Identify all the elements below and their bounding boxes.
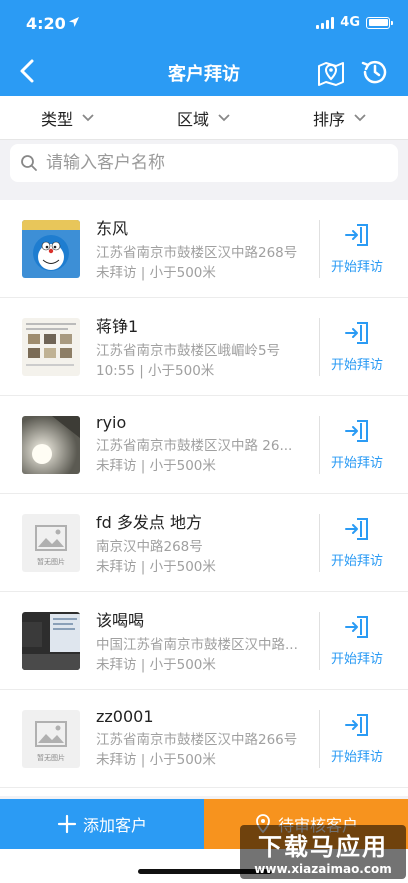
customer-info: fd 多发点 地方 南京汉中路268号 未拜访 | 小于500米 <box>96 509 306 577</box>
status-time: 4:20 <box>26 14 66 33</box>
customer-status: 未拜访 | 小于500米 <box>96 752 216 768</box>
filter-type[interactable]: 类型 <box>0 96 136 139</box>
start-visit-label: 开始拜访 <box>330 750 383 765</box>
customer-name: 东风 <box>96 218 129 238</box>
start-visit-label: 开始拜访 <box>330 358 383 373</box>
customer-address: 江苏省南京市鼓楼区汉中路268号 <box>96 244 298 261</box>
sign-in-icon <box>345 322 368 344</box>
sign-in-icon <box>345 714 368 736</box>
customer-status: 10:55 | 小于500米 <box>96 362 215 379</box>
start-visit-label: 开始拜访 <box>330 554 383 569</box>
chevron-down-icon <box>218 113 230 121</box>
list-item[interactable]: 蒋铮1 江苏省南京市鼓楼区峨嵋岭5号 10:55 | 小于500米 开始拜访 <box>0 298 408 396</box>
location-arrow-icon <box>69 17 79 27</box>
divider <box>319 220 320 278</box>
customer-list: 东风 江苏省南京市鼓楼区汉中路268号 未拜访 | 小于500米 开始拜访 蒋铮… <box>0 200 408 796</box>
customer-status: 未拜访 | 小于500米 <box>96 558 216 575</box>
page-title: 客户拜访 <box>168 64 240 85</box>
status-right: 4G <box>316 15 393 30</box>
start-visit-button[interactable]: 开始拜访 <box>326 614 388 667</box>
no-image-label: 暂无图片 <box>37 557 65 566</box>
divider <box>319 514 320 572</box>
sign-in-icon <box>345 224 368 246</box>
customer-address: 南京汉中路268号 <box>96 538 203 555</box>
filter-region-label: 区域 <box>176 109 209 129</box>
customer-thumbnail <box>22 611 80 670</box>
list-item[interactable]: ryio 江苏省南京市鼓楼区汉中路 26... 未拜访 | 小于500米 开始拜… <box>0 396 408 494</box>
list-item[interactable]: 东风 江苏省南京市鼓楼区汉中路268号 未拜访 | 小于500米 开始拜访 <box>0 200 408 298</box>
customer-info: 该喝喝 中国江苏省南京市鼓楼区汉中路... 未拜访 | 小于500米 <box>96 607 306 675</box>
search-input[interactable] <box>46 153 366 173</box>
customer-address: 江苏省南京市鼓楼区汉中路 26... <box>96 438 293 454</box>
header: 4:20 4G 客户拜访 <box>0 0 408 96</box>
status-bar: 4:20 4G <box>0 0 408 46</box>
customer-info: ryio 江苏省南京市鼓楼区汉中路 26... 未拜访 | 小于500米 <box>96 413 306 476</box>
start-visit-label: 开始拜访 <box>330 260 383 275</box>
history-icon[interactable] <box>360 57 390 87</box>
customer-name: fd 多发点 地方 <box>96 512 202 532</box>
navbar: 客户拜访 <box>0 46 408 96</box>
list-item[interactable]: 该喝喝 中国江苏省南京市鼓楼区汉中路... 未拜访 | 小于500米 开始拜访 <box>0 592 408 690</box>
customer-address: 江苏省南京市鼓楼区汉中路266号 <box>96 732 298 748</box>
watermark-url: www.xiazaimao.com <box>254 862 392 876</box>
no-image-label: 暂无图片 <box>37 753 65 762</box>
customer-name: ryio <box>96 413 127 432</box>
customer-name: 该喝喝 <box>96 610 145 630</box>
start-visit-label: 开始拜访 <box>330 456 383 471</box>
customer-info: zz0001 江苏省南京市鼓楼区汉中路266号 未拜访 | 小于500米 <box>96 707 306 770</box>
filter-sort[interactable]: 排序 <box>272 96 408 139</box>
no-image-placeholder: 暂无图片 <box>22 709 80 768</box>
list-item[interactable]: 暂无图片 zz0001 江苏省南京市鼓楼区汉中路266号 未拜访 | 小于500… <box>0 690 408 788</box>
search-icon <box>21 155 37 171</box>
chevron-down-icon <box>82 113 94 121</box>
sign-in-icon <box>345 616 368 638</box>
customer-name: 蒋铮1 <box>96 316 139 336</box>
filter-region[interactable]: 区域 <box>136 96 272 139</box>
watermark-title: 下载马应用 <box>258 833 388 861</box>
signal-icon <box>316 16 335 29</box>
customer-thumbnail <box>22 317 80 376</box>
divider <box>319 416 320 474</box>
customer-info: 东风 江苏省南京市鼓楼区汉中路268号 未拜访 | 小于500米 <box>96 215 306 283</box>
divider <box>319 710 320 768</box>
start-visit-button[interactable]: 开始拜访 <box>326 516 388 569</box>
customer-status: 未拜访 | 小于500米 <box>96 458 216 474</box>
start-visit-button[interactable]: 开始拜访 <box>326 320 388 373</box>
map-icon[interactable] <box>316 57 346 87</box>
divider <box>319 612 320 670</box>
network-label: 4G <box>340 15 360 30</box>
list-item[interactable]: 暂无图片 fd 多发点 地方 南京汉中路268号 未拜访 | 小于500米 开始… <box>0 494 408 592</box>
customer-name: zz0001 <box>96 707 154 726</box>
battery-icon <box>366 16 393 29</box>
plus-icon <box>57 814 77 834</box>
customer-address: 中国江苏省南京市鼓楼区汉中路... <box>96 636 298 653</box>
sign-in-icon <box>345 420 368 442</box>
filter-bar: 类型 区域 排序 <box>0 96 408 140</box>
customer-status: 未拜访 | 小于500米 <box>96 656 216 673</box>
no-image-placeholder: 暂无图片 <box>22 513 80 572</box>
customer-thumbnail <box>22 415 80 474</box>
add-customer-label: 添加客户 <box>82 816 147 835</box>
divider <box>319 318 320 376</box>
customer-status: 未拜访 | 小于500米 <box>96 264 216 281</box>
filter-sort-label: 排序 <box>312 109 345 129</box>
start-visit-button[interactable]: 开始拜访 <box>326 418 388 471</box>
start-visit-button[interactable]: 开始拜访 <box>326 712 388 765</box>
customer-info: 蒋铮1 江苏省南京市鼓楼区峨嵋岭5号 10:55 | 小于500米 <box>96 313 306 381</box>
start-visit-button[interactable]: 开始拜访 <box>326 222 388 275</box>
search-box[interactable] <box>10 144 398 182</box>
sign-in-icon <box>345 518 368 540</box>
filter-type-label: 类型 <box>40 109 73 129</box>
start-visit-label: 开始拜访 <box>330 652 383 667</box>
customer-address: 江苏省南京市鼓楼区峨嵋岭5号 <box>96 342 281 359</box>
search-area <box>0 140 408 190</box>
customer-thumbnail <box>22 219 80 278</box>
chevron-down-icon <box>354 113 366 121</box>
watermark: 下载马应用 www.xiazaimao.com <box>240 825 406 879</box>
add-customer-button[interactable]: 添加客户 <box>0 799 204 849</box>
